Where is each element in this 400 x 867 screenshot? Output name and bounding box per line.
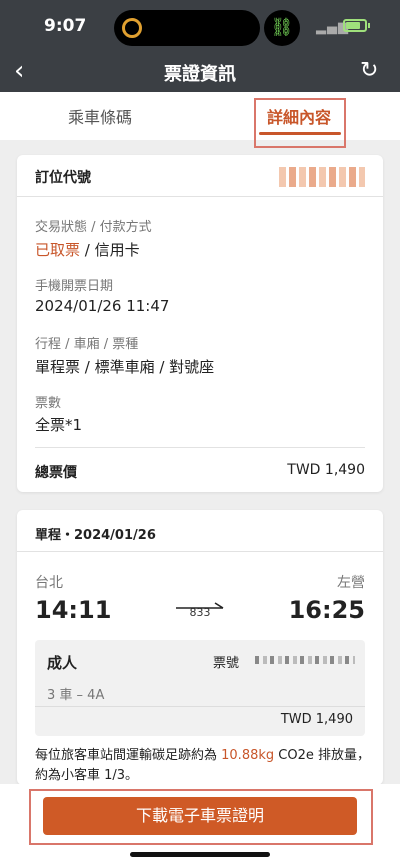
button-highlight-box (29, 789, 373, 845)
destination-station: 左營 (337, 575, 365, 591)
carbon-value: 10.88kg (221, 748, 275, 763)
booking-code-row: 訂位代號 (17, 155, 383, 197)
status-time: 9:07 (44, 16, 87, 36)
divider (35, 447, 365, 448)
ticket-count-value: 全票*1 (35, 416, 83, 434)
booking-code-label: 訂位代號 (35, 170, 91, 186)
link-icon: ⛓ (264, 10, 300, 46)
issue-date-label: 手機開票日期 (35, 279, 114, 294)
origin-station: 台北 (35, 575, 63, 591)
journey-header-row: 單程・2024/01/26 (17, 510, 383, 552)
tab-highlight-box (254, 98, 346, 148)
seat-price: TWD 1,490 (280, 712, 353, 727)
dynamic-island (114, 10, 260, 46)
journey-header: 單程・2024/01/26 (35, 528, 156, 543)
journey-card: 單程・2024/01/26 台北 左營 14:11 16:25 833 成人 票… (17, 510, 383, 785)
status-value: 已取票 (35, 241, 81, 259)
tab-boarding-barcode[interactable]: 乘車條碼 (68, 104, 132, 128)
booking-card: 訂位代號 交易狀態 / 付款方式 已取票 / 信用卡 手機開票日期 2024/0… (17, 155, 383, 492)
home-indicator (130, 852, 270, 857)
refresh-icon[interactable]: ↻ (360, 58, 378, 83)
issue-date-value: 2024/01/26 11:47 (35, 297, 170, 315)
ticket-number-redacted (255, 656, 355, 664)
seat-box: 成人 票號 3 車 – 4A TWD 1,490 (35, 640, 365, 736)
status-value-row: 已取票 / 信用卡 (35, 239, 140, 260)
page-title: 票證資訊 (164, 64, 236, 85)
top-bar: 9:07 ⛓ ▂▄▆ ‹ 票證資訊 ↻ (0, 0, 400, 92)
booking-code-redacted (279, 167, 365, 187)
trip-label: 行程 / 車廂 / 票種 (35, 337, 139, 352)
departure-time: 14:11 (35, 596, 112, 624)
divider (35, 706, 365, 707)
battery-icon (343, 19, 367, 32)
total-price-label: 總票價 (35, 465, 77, 481)
trip-value: 單程票 / 標準車廂 / 對號座 (35, 358, 215, 376)
battery-cap (368, 23, 370, 28)
passenger-type: 成人 (47, 654, 78, 672)
status-label: 交易狀態 / 付款方式 (35, 220, 152, 235)
train-number: 833 (189, 606, 211, 619)
timer-icon (122, 18, 142, 38)
arrival-time: 16:25 (288, 596, 365, 624)
carbon-prefix: 每位旅客車站間運輸碳足跡約為 (35, 748, 222, 763)
ticket-number-label: 票號 (213, 656, 240, 671)
carbon-footprint-note: 每位旅客車站間運輸碳足跡約為 10.88kg CO2e 排放量，約為小客車 1/… (35, 746, 371, 786)
total-price-value: TWD 1,490 (287, 462, 365, 478)
payment-value: / 信用卡 (80, 241, 140, 259)
seat-number: 3 車 – 4A (47, 688, 105, 703)
ticket-count-label: 票數 (35, 396, 62, 411)
